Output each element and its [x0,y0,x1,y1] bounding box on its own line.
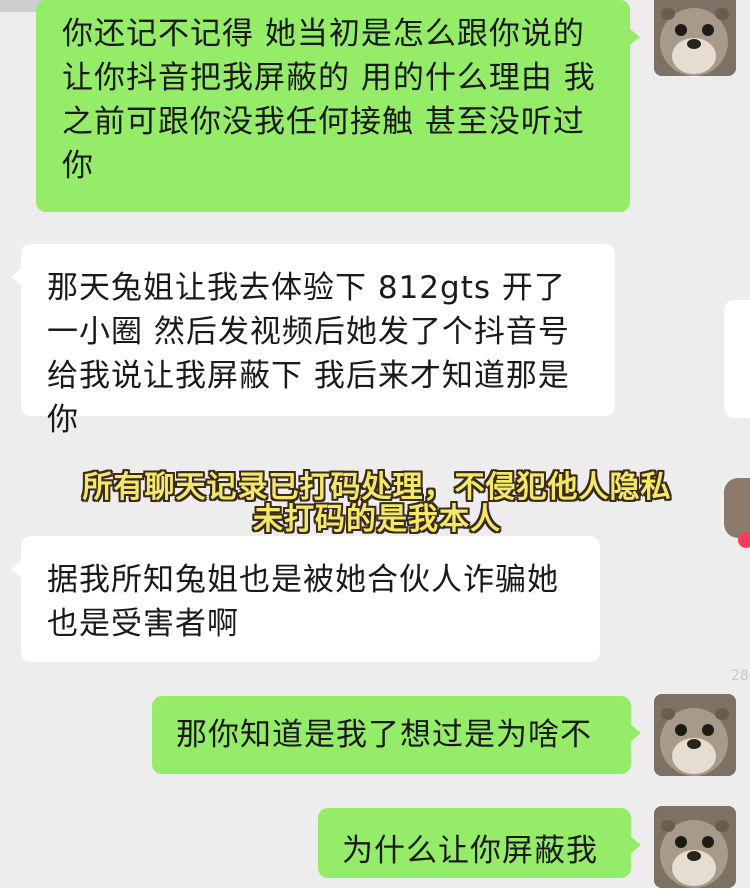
notification-dot [738,532,750,548]
self-avatar[interactable] [654,694,736,776]
caption-line-2: 未打码的是我本人 [253,502,501,537]
caption-line-1: 所有聊天记录已打码处理，不侵犯他人隐私 [82,470,672,505]
message-bubble-received[interactable]: 那天兔姐让我去体验下 812gts 开了一小圈 然后发视频后她发了个抖音号给我说… [11,244,615,438]
otter-avatar-icon [654,694,736,776]
privacy-caption: 所有聊天记录已打码处理，不侵犯他人隐私 未打码的是我本人 [0,472,750,536]
edge-avatar [724,478,750,538]
otter-avatar-icon [654,806,736,888]
message-text: 据我所知兔姐也是被她合伙人诈骗她也是受害者啊 [47,562,559,642]
message-bubble-sent[interactable]: 为什么让你屏蔽我 [318,808,641,878]
self-avatar[interactable] [654,806,736,888]
message-bubble-sent[interactable]: 你还记不记得 她当初是怎么跟你说的 让你抖音把我屏蔽的 用的什么理由 我之前可跟… [36,0,640,212]
otter-avatar-icon [654,0,736,76]
message-bubble-sent[interactable]: 那你知道是我了想过是为啥不 [152,696,641,774]
edge-panel [724,300,750,418]
message-text: 为什么让你屏蔽我 [342,833,598,869]
chat-area[interactable]: 你还记不记得 她当初是怎么跟你说的 让你抖音把我屏蔽的 用的什么理由 我之前可跟… [0,0,750,888]
message-text: 那天兔姐让我去体验下 812gts 开了一小圈 然后发视频后她发了个抖音号给我说… [47,270,570,438]
message-bubble-received[interactable]: 据我所知兔姐也是被她合伙人诈骗她也是受害者啊 [11,536,600,662]
self-avatar[interactable] [654,0,736,76]
side-label: 28 [731,668,749,684]
message-text: 你还记不记得 她当初是怎么跟你说的 让你抖音把我屏蔽的 用的什么理由 我之前可跟… [62,16,596,184]
message-text: 那你知道是我了想过是为啥不 [176,717,592,753]
